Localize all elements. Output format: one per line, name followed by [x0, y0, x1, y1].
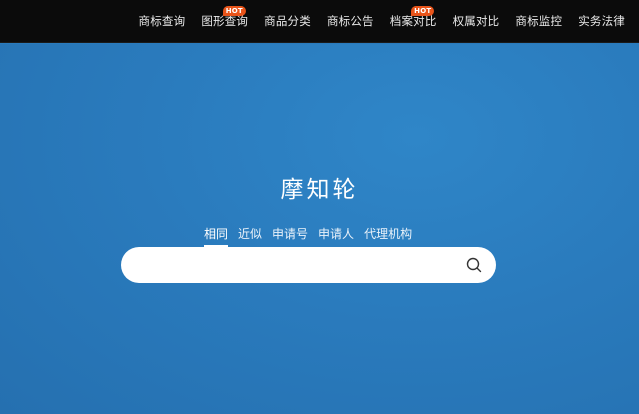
tab-application-number[interactable]: 申请号	[272, 225, 308, 247]
hot-badge: HOT	[411, 6, 435, 16]
nav-item-label: 商标公告	[326, 14, 374, 28]
brand-title: 摩知轮	[280, 177, 359, 203]
nav-item-trademark-search[interactable]: 商标查询	[131, 0, 194, 43]
search-tabs: 相同 近似 申请号 申请人 代理机构	[204, 225, 412, 247]
nav-item-image-search[interactable]: 图形查询 HOT	[193, 0, 256, 43]
nav-item-label: 实务法律	[578, 14, 625, 28]
nav-item-label: 档案对比	[389, 14, 437, 28]
hot-badge: HOT	[222, 6, 246, 16]
nav-item-label: 权属对比	[452, 14, 500, 28]
search-icon[interactable]	[464, 255, 484, 275]
nav-item-ownership-compare[interactable]: 权属对比	[445, 0, 508, 43]
search-input[interactable]	[137, 247, 457, 283]
search-box	[121, 247, 496, 283]
tab-applicant[interactable]: 申请人	[318, 225, 354, 247]
nav-item-label: 商标查询	[138, 14, 186, 28]
main-nav: 商标查询 图形查询 HOT 商品分类 商标公告 档案对比 HOT 权属对比 商标…	[131, 0, 634, 43]
tab-similar[interactable]: 近似	[238, 225, 262, 247]
nav-item-label: 商品分类	[264, 14, 311, 28]
nav-item-archive-compare[interactable]: 档案对比 HOT	[382, 0, 445, 43]
nav-item-trademark-announcement[interactable]: 商标公告	[319, 0, 382, 43]
nav-item-goods-classification[interactable]: 商品分类	[256, 0, 319, 43]
nav-item-trademark-monitor[interactable]: 商标监控	[507, 0, 570, 43]
top-navbar: 商标查询 图形查询 HOT 商品分类 商标公告 档案对比 HOT 权属对比 商标…	[0, 0, 639, 43]
nav-item-label: 图形查询	[201, 14, 249, 28]
tab-same[interactable]: 相同	[204, 225, 229, 247]
nav-item-label: 商标监控	[515, 14, 563, 28]
nav-item-practice-law[interactable]: 实务法律	[570, 0, 633, 43]
tab-agency[interactable]: 代理机构	[364, 225, 412, 247]
